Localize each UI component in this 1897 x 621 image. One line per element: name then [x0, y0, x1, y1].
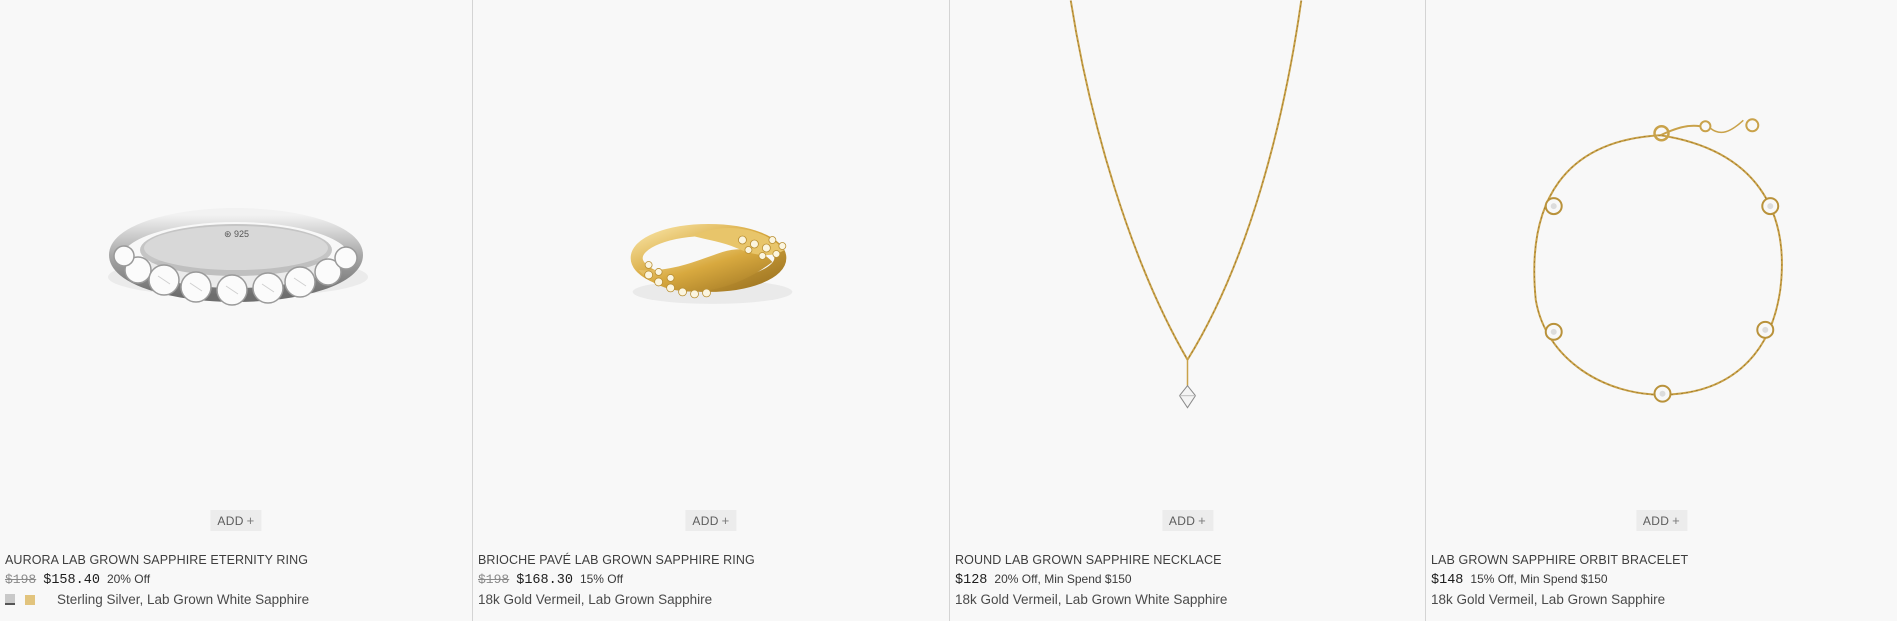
bracelet-icon: [1533, 118, 1783, 403]
plus-icon: +: [1198, 513, 1207, 528]
add-to-cart-button[interactable]: ADD +: [210, 510, 262, 531]
product-info: LAB GROWN SAPPHIRE ORBIT BRACELET $148 1…: [1431, 553, 1893, 607]
product-name[interactable]: ROUND LAB GROWN SAPPHIRE NECKLACE: [955, 553, 1421, 567]
product-image-ring[interactable]: [473, 0, 949, 500]
discount-label: 15% Off, Min Spend $150: [1470, 572, 1608, 586]
price-row: $198 $168.30 15% Off: [478, 572, 945, 588]
material-row: 18k Gold Vermeil, Lab Grown Sapphire: [478, 592, 945, 607]
material-row: 18k Gold Vermeil, Lab Grown Sapphire: [1431, 592, 1893, 607]
plus-icon: +: [1672, 513, 1681, 528]
product-name[interactable]: BRIOCHE PAVÉ LAB GROWN SAPPHIRE RING: [478, 553, 945, 567]
add-to-cart-button[interactable]: ADD +: [1635, 510, 1688, 531]
discount-label: 15% Off: [579, 572, 624, 586]
sale-price: $148: [1431, 573, 1464, 588]
add-to-cart-button[interactable]: ADD +: [685, 510, 737, 531]
swatch-gold[interactable]: [25, 594, 35, 605]
product-info: AURORA LAB GROWN SAPPHIRE ETERNITY RING …: [5, 553, 468, 607]
add-button-label: ADD: [692, 513, 719, 528]
product-card[interactable]: ⊛ 925 ADD + AURORA LAB GROWN SAPPHIRE ET…: [0, 0, 472, 621]
product-card[interactable]: ADD + ROUND LAB GROWN SAPPHIRE NECKLACE …: [949, 0, 1425, 621]
product-name[interactable]: AURORA LAB GROWN SAPPHIRE ETERNITY RING: [5, 553, 468, 567]
material-row: 18k Gold Vermeil, Lab Grown White Sapphi…: [955, 592, 1421, 607]
discount-label: 20% Off, Min Spend $150: [994, 572, 1132, 586]
product-name[interactable]: LAB GROWN SAPPHIRE ORBIT BRACELET: [1431, 553, 1893, 567]
product-grid: ⊛ 925 ADD + AURORA LAB GROWN SAPPHIRE ET…: [0, 0, 1897, 621]
product-info: ROUND LAB GROWN SAPPHIRE NECKLACE $128 2…: [955, 553, 1421, 607]
swatch-silver[interactable]: [5, 594, 15, 605]
material-label: 18k Gold Vermeil, Lab Grown White Sapphi…: [955, 592, 1228, 607]
discount-label: 20% Off: [106, 572, 151, 586]
plus-icon: +: [246, 513, 255, 528]
sale-price: $168.30: [516, 573, 573, 588]
add-to-cart-button[interactable]: ADD +: [1161, 510, 1214, 531]
add-button-label: ADD: [1168, 513, 1196, 528]
product-card[interactable]: ADD + BRIOCHE PAVÉ LAB GROWN SAPPHIRE RI…: [472, 0, 949, 621]
product-image-necklace[interactable]: [950, 0, 1425, 500]
product-info: BRIOCHE PAVÉ LAB GROWN SAPPHIRE RING $19…: [478, 553, 945, 607]
price-row: $128 20% Off, Min Spend $150: [955, 572, 1421, 588]
price-row: $198 $158.40 20% Off: [5, 572, 468, 588]
product-card[interactable]: ADD + LAB GROWN SAPPHIRE ORBIT BRACELET …: [1425, 0, 1897, 621]
sale-price: $128: [955, 573, 988, 588]
material-label: Sterling Silver, Lab Grown White Sapphir…: [57, 592, 310, 607]
price-row: $148 15% Off, Min Spend $150: [1431, 572, 1893, 588]
material-row: Sterling Silver, Lab Grown White Sapphir…: [5, 592, 468, 607]
sale-price: $158.40: [43, 573, 100, 588]
add-button-label: ADD: [217, 513, 244, 528]
original-price: $198: [478, 572, 510, 587]
ring-icon: ⊛ 925: [108, 208, 368, 306]
original-price: $198: [5, 572, 37, 587]
svg-text:⊛ 925: ⊛ 925: [224, 229, 249, 239]
material-label: 18k Gold Vermeil, Lab Grown Sapphire: [478, 592, 713, 607]
add-button-label: ADD: [1642, 513, 1670, 528]
plus-icon: +: [721, 513, 730, 528]
necklace-icon: [1069, 0, 1303, 409]
product-image-ring[interactable]: ⊛ 925: [0, 0, 472, 500]
material-label: 18k Gold Vermeil, Lab Grown Sapphire: [1431, 592, 1666, 607]
ring-icon: [630, 224, 793, 304]
product-image-bracelet[interactable]: [1426, 0, 1897, 500]
